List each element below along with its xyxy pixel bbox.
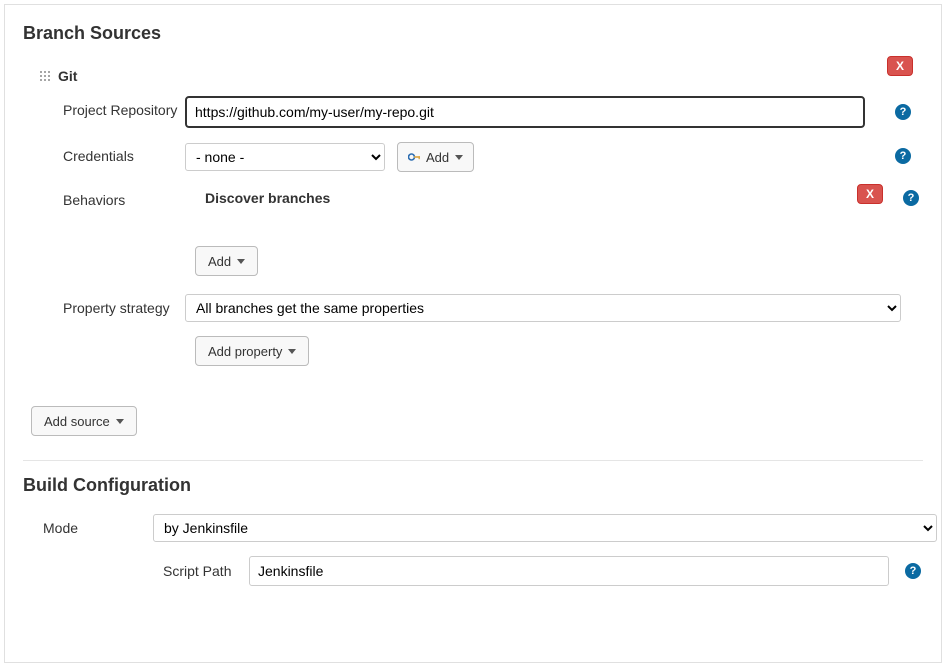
git-source-label: Git bbox=[58, 68, 77, 84]
add-property-button[interactable]: Add property bbox=[195, 336, 309, 366]
mode-select[interactable]: by Jenkinsfile bbox=[153, 514, 937, 542]
add-behavior-button[interactable]: Add bbox=[195, 246, 258, 276]
property-strategy-label: Property strategy bbox=[63, 294, 185, 316]
project-repository-label: Project Repository bbox=[63, 96, 185, 118]
add-credentials-button[interactable]: Add bbox=[397, 142, 474, 172]
help-icon[interactable]: ? bbox=[903, 190, 919, 206]
caret-down-icon bbox=[116, 419, 124, 424]
credentials-label: Credentials bbox=[63, 142, 185, 164]
help-icon[interactable]: ? bbox=[905, 563, 921, 579]
add-behavior-label: Add bbox=[208, 254, 231, 269]
branch-sources-title: Branch Sources bbox=[23, 23, 923, 44]
caret-down-icon bbox=[455, 155, 463, 160]
delete-git-source-button[interactable]: X bbox=[887, 56, 913, 76]
git-source-block: X Git Project Repository ? Credentials -… bbox=[39, 62, 923, 366]
add-credentials-label: Add bbox=[426, 150, 449, 165]
script-path-label: Script Path bbox=[163, 563, 249, 579]
drag-handle-icon[interactable] bbox=[39, 70, 52, 83]
build-configuration-title: Build Configuration bbox=[23, 475, 923, 496]
caret-down-icon bbox=[288, 349, 296, 354]
property-strategy-select[interactable]: All branches get the same properties bbox=[185, 294, 901, 322]
caret-down-icon bbox=[237, 259, 245, 264]
key-icon bbox=[408, 152, 422, 162]
mode-label: Mode bbox=[43, 514, 153, 536]
add-source-label: Add source bbox=[44, 414, 110, 429]
project-repository-input[interactable] bbox=[185, 96, 865, 128]
section-divider bbox=[23, 460, 923, 461]
add-source-button[interactable]: Add source bbox=[31, 406, 137, 436]
add-property-label: Add property bbox=[208, 344, 282, 359]
credentials-select[interactable]: - none - bbox=[185, 143, 385, 171]
help-icon[interactable]: ? bbox=[895, 104, 911, 120]
script-path-input[interactable] bbox=[249, 556, 889, 586]
delete-behavior-button[interactable]: X bbox=[857, 184, 883, 204]
help-icon[interactable]: ? bbox=[895, 148, 911, 164]
behaviors-label: Behaviors bbox=[63, 186, 185, 208]
discover-branches-label: Discover branches bbox=[205, 190, 923, 206]
